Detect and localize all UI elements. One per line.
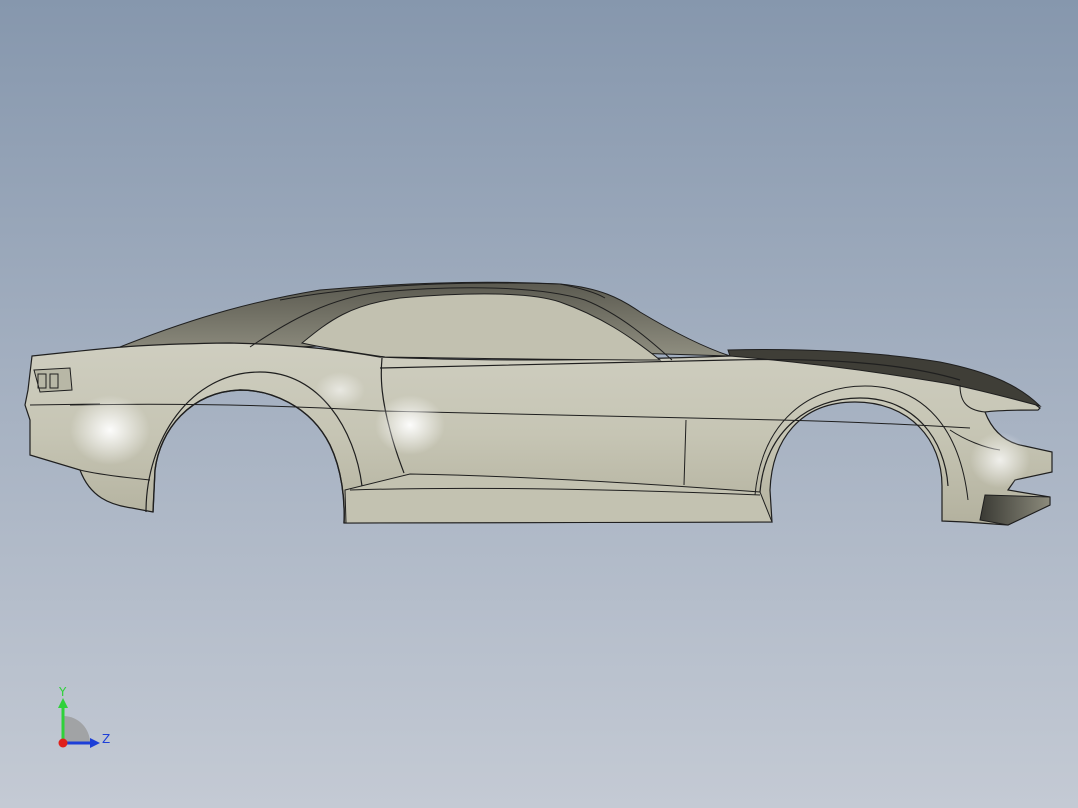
- graphics-viewport[interactable]: Y Z: [0, 0, 1078, 808]
- car-body-model[interactable]: [0, 0, 1078, 808]
- y-axis-label: Y: [59, 685, 67, 699]
- y-axis-arrow: [58, 698, 68, 708]
- front-splitter: [979, 494, 1051, 526]
- coordinate-triad: Y Z: [50, 686, 120, 756]
- z-axis-arrow: [90, 738, 100, 748]
- triad-quarter-disc: [63, 716, 90, 743]
- front-highlight: [970, 432, 1030, 488]
- z-axis-label: Z: [102, 732, 111, 746]
- x-axis-point: [58, 738, 68, 748]
- door-highlight: [375, 395, 445, 455]
- rear-highlight: [70, 395, 150, 465]
- quarter-highlight: [315, 372, 365, 408]
